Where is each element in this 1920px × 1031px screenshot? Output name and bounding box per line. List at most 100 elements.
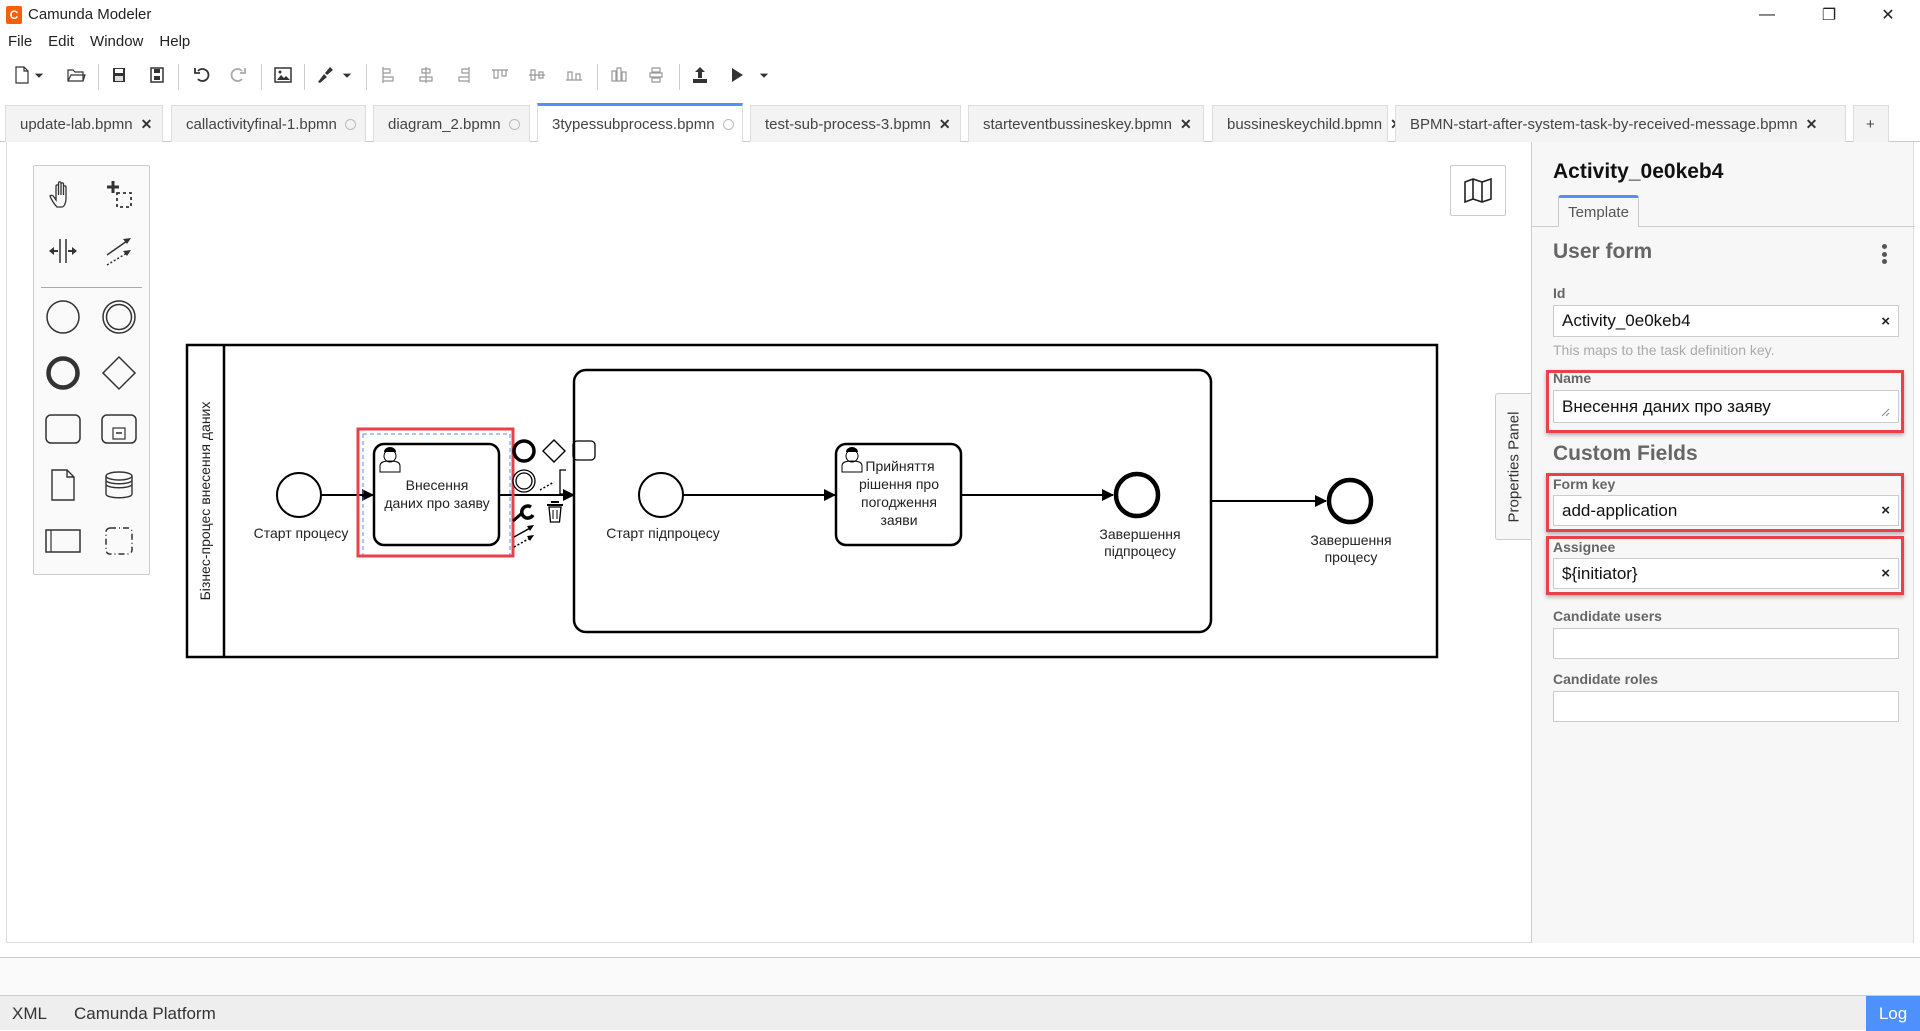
assignee-input[interactable]: ${initiator} × [1553,558,1899,589]
create-start-event[interactable] [41,295,85,339]
global-connect-tool[interactable] [97,229,141,273]
append-task[interactable] [572,440,596,461]
align-left-button[interactable] [377,64,401,86]
align-center-button[interactable] [414,64,438,86]
menu-edit[interactable]: Edit [40,30,82,54]
align-right-button[interactable] [451,64,475,86]
close-tab-icon[interactable]: ✕ [1806,116,1818,133]
create-gateway[interactable] [97,351,141,395]
align-top-button[interactable] [488,64,512,86]
candidate-roles-label: Candidate roles [1553,671,1659,687]
append-intermediate-event[interactable] [512,469,536,493]
color-brush-button[interactable] [313,64,337,86]
tab-bussineskeychild[interactable]: bussineskeychild.bpmn✕ [1212,105,1402,142]
name-textarea[interactable]: Внесення даних про заяву [1553,390,1899,423]
user-task-selected[interactable]: Внесення даних про заяву [362,433,511,556]
new-file-button[interactable] [10,64,34,86]
task-label-line: Прийняття [865,458,934,474]
form-key-value: add-application [1562,500,1678,520]
undo-button[interactable] [190,64,214,86]
start-event-label: Старт процесу [254,525,349,541]
id-value: Activity_0e0keb4 [1562,311,1691,330]
color-dropdown[interactable] [340,64,354,86]
create-data-store[interactable] [97,463,141,507]
lasso-tool[interactable] [97,173,141,217]
tab-test-sub-process-3[interactable]: test-sub-process-3.bpmn ✕ [750,105,961,142]
more-options-button[interactable] [1878,242,1890,266]
export-image-icon [274,67,292,83]
candidate-users-input[interactable] [1553,628,1899,659]
clear-icon[interactable]: × [1881,313,1890,330]
run-button[interactable] [725,64,749,86]
distribute-horizontal-button[interactable] [607,64,631,86]
minimize-button[interactable]: — [1738,0,1796,30]
status-bar: XML Camunda Platform Log [0,995,1920,1031]
redo-icon [230,68,246,82]
tab-update-lab[interactable]: update-lab.bpmn ✕ [5,105,163,142]
append-end-event[interactable] [512,439,536,463]
close-tab-icon[interactable]: ✕ [1180,116,1192,133]
create-task[interactable] [41,407,85,451]
toolbar [0,56,1920,92]
log-panel-resizer[interactable] [0,958,1920,995]
clear-icon[interactable]: × [1881,565,1890,582]
redo-button[interactable] [226,64,250,86]
properties-panel-toggle[interactable]: Properties Panel [1495,393,1532,540]
tab-3typessubprocess[interactable]: 3typessubprocess.bpmn [537,103,743,142]
clear-icon[interactable]: × [1881,502,1890,519]
end-event-label: Завершення [1310,532,1391,548]
tab-label: starteventbussineskey.bpmn [983,115,1172,133]
menu-window[interactable]: Window [82,30,151,54]
create-intermediate-event[interactable] [97,295,141,339]
tab-label: test-sub-process-3.bpmn [765,115,931,133]
create-group[interactable] [97,519,141,563]
task-label-line: Внесення [406,477,469,493]
maximize-button[interactable]: ❐ [1800,0,1858,30]
create-data-object[interactable] [41,463,85,507]
close-window-button[interactable]: ✕ [1859,0,1917,30]
create-pool[interactable] [41,519,85,563]
candidate-roles-input[interactable] [1553,691,1899,722]
new-file-dropdown[interactable] [32,64,46,86]
export-image-button[interactable] [271,64,295,86]
id-input[interactable]: Activity_0e0keb4 × [1553,305,1899,337]
tab-label: update-lab.bpmn [20,115,133,133]
align-left-icon [382,67,394,83]
align-middle-button[interactable] [525,64,549,86]
platform-label[interactable]: Camunda Platform [74,1004,216,1024]
space-tool[interactable] [41,229,85,273]
create-subprocess[interactable] [97,407,141,451]
end-event-label: процесу [1325,549,1378,565]
unsaved-indicator-icon [722,118,734,130]
distribute-vertical-button[interactable] [644,64,668,86]
align-bottom-button[interactable] [562,64,586,86]
hand-tool[interactable] [41,173,85,217]
save-as-button[interactable] [145,64,169,86]
xml-view-button[interactable]: XML [12,1004,47,1024]
menu-help[interactable]: Help [151,30,198,54]
menu-bar: File Edit Window Help [0,30,198,54]
candidate-users-label: Candidate users [1553,608,1662,624]
minimap-toggle-button[interactable] [1450,165,1506,216]
run-dropdown[interactable] [757,64,771,86]
tab-diagram-2[interactable]: diagram_2.bpmn [373,105,530,142]
menu-file[interactable]: File [0,30,40,54]
tab-bpmn-start-after-system-task[interactable]: BPMN-start-after-system-task-by-received… [1395,105,1846,142]
map-icon [1464,177,1492,203]
tab-starteventbussineskey[interactable]: starteventbussineskey.bpmn ✕ [968,105,1204,142]
tab-callactivityfinal[interactable]: callactivityfinal-1.bpmn [171,105,366,142]
log-button[interactable]: Log [1866,996,1920,1031]
intermediate-event-icon [102,300,136,334]
open-file-button[interactable] [64,64,88,86]
create-end-event[interactable] [41,351,85,395]
save-button[interactable] [107,64,131,86]
resize-handle-icon[interactable] [1880,407,1890,417]
new-tab-button[interactable]: + [1853,105,1889,142]
form-key-input[interactable]: add-application × [1553,495,1899,526]
deploy-button[interactable] [688,64,712,86]
tab-template[interactable]: Template [1558,195,1639,227]
close-tab-icon[interactable]: ✕ [939,116,951,133]
open-file-icon [67,69,86,82]
close-tab-icon[interactable]: ✕ [141,116,153,133]
user-task-approval[interactable]: Прийняття рішення про погодження заяви [834,442,963,547]
